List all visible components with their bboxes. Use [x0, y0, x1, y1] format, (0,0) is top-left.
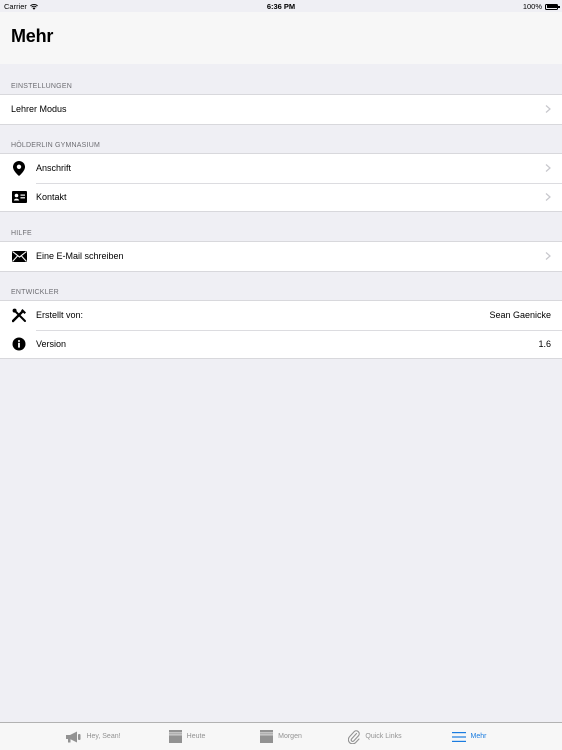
status-time: 6:36 PM	[266, 2, 296, 11]
tab-label: Mehr	[470, 733, 487, 740]
tab-label: Morgen	[278, 733, 302, 740]
row-label: Kontakt	[36, 191, 67, 202]
row-label: Lehrer Modus	[11, 104, 67, 115]
row-lehrer-modus[interactable]: Lehrer Modus	[0, 95, 562, 124]
school-group: Anschrift Kontakt	[0, 153, 562, 212]
document-stack-icon	[168, 730, 182, 743]
section-header-hilfe: HILFE	[11, 230, 32, 237]
document-stack-icon	[260, 730, 274, 743]
row-email[interactable]: Eine E-Mail schreiben	[0, 242, 562, 271]
tab-bar: Hey, Sean! Heute Morgen Quick Links Mehr	[0, 722, 562, 750]
tab-morgen[interactable]: Morgen	[234, 723, 328, 750]
row-label: Anschrift	[36, 163, 72, 174]
tab-label: Hey, Sean!	[86, 733, 121, 740]
contact-card-icon	[11, 189, 27, 205]
envelope-icon	[11, 248, 27, 264]
page-title: Mehr	[11, 26, 54, 46]
help-group: Eine E-Mail schreiben	[0, 241, 562, 272]
tab-label: Heute	[186, 733, 206, 740]
chevron-right-icon	[545, 105, 551, 114]
tools-icon	[11, 307, 27, 323]
tab-label: Quick Links	[365, 733, 402, 740]
battery-icon	[545, 3, 560, 10]
settings-group: Lehrer Modus	[0, 94, 562, 125]
row-version: Version 1.6	[0, 329, 562, 359]
navigation-header	[0, 12, 562, 64]
location-pin-icon	[11, 160, 27, 176]
chevron-right-icon	[545, 252, 551, 261]
tab-hey-sean[interactable]: Hey, Sean!	[46, 723, 140, 750]
section-header-schule: HÖLDERLIN GYMNASIUM	[11, 142, 100, 149]
tab-quick-links[interactable]: Quick Links	[328, 723, 422, 750]
section-header-einstellungen: EINSTELLUNGEN	[11, 83, 72, 90]
chevron-right-icon	[545, 192, 551, 201]
row-value: Sean Gaenicke	[489, 310, 551, 321]
row-label: Erstellt von:	[36, 310, 84, 321]
tab-heute[interactable]: Heute	[140, 723, 234, 750]
battery-indicator: 100%	[522, 2, 560, 11]
chevron-right-icon	[545, 164, 551, 173]
row-anschrift[interactable]: Anschrift	[0, 154, 562, 183]
megaphone-icon	[66, 731, 81, 742]
developer-group: Erstellt von: Sean Gaenicke Version 1.6	[0, 300, 562, 359]
status-bar: Carrier 6:36 PM 100%	[0, 0, 562, 12]
row-erstellt-von: Erstellt von: Sean Gaenicke	[0, 301, 562, 330]
info-icon	[11, 336, 27, 352]
battery-percent: 100%	[522, 2, 542, 11]
row-value: 1.6	[538, 338, 551, 349]
row-label: Eine E-Mail schreiben	[36, 251, 124, 262]
tab-mehr[interactable]: Mehr	[422, 723, 516, 750]
hamburger-menu-icon	[451, 731, 466, 742]
paperclip-icon	[348, 729, 361, 744]
row-label: Version	[36, 338, 67, 349]
section-header-entwickler: ENTWICKLER	[11, 289, 59, 296]
row-kontakt[interactable]: Kontakt	[0, 182, 562, 212]
